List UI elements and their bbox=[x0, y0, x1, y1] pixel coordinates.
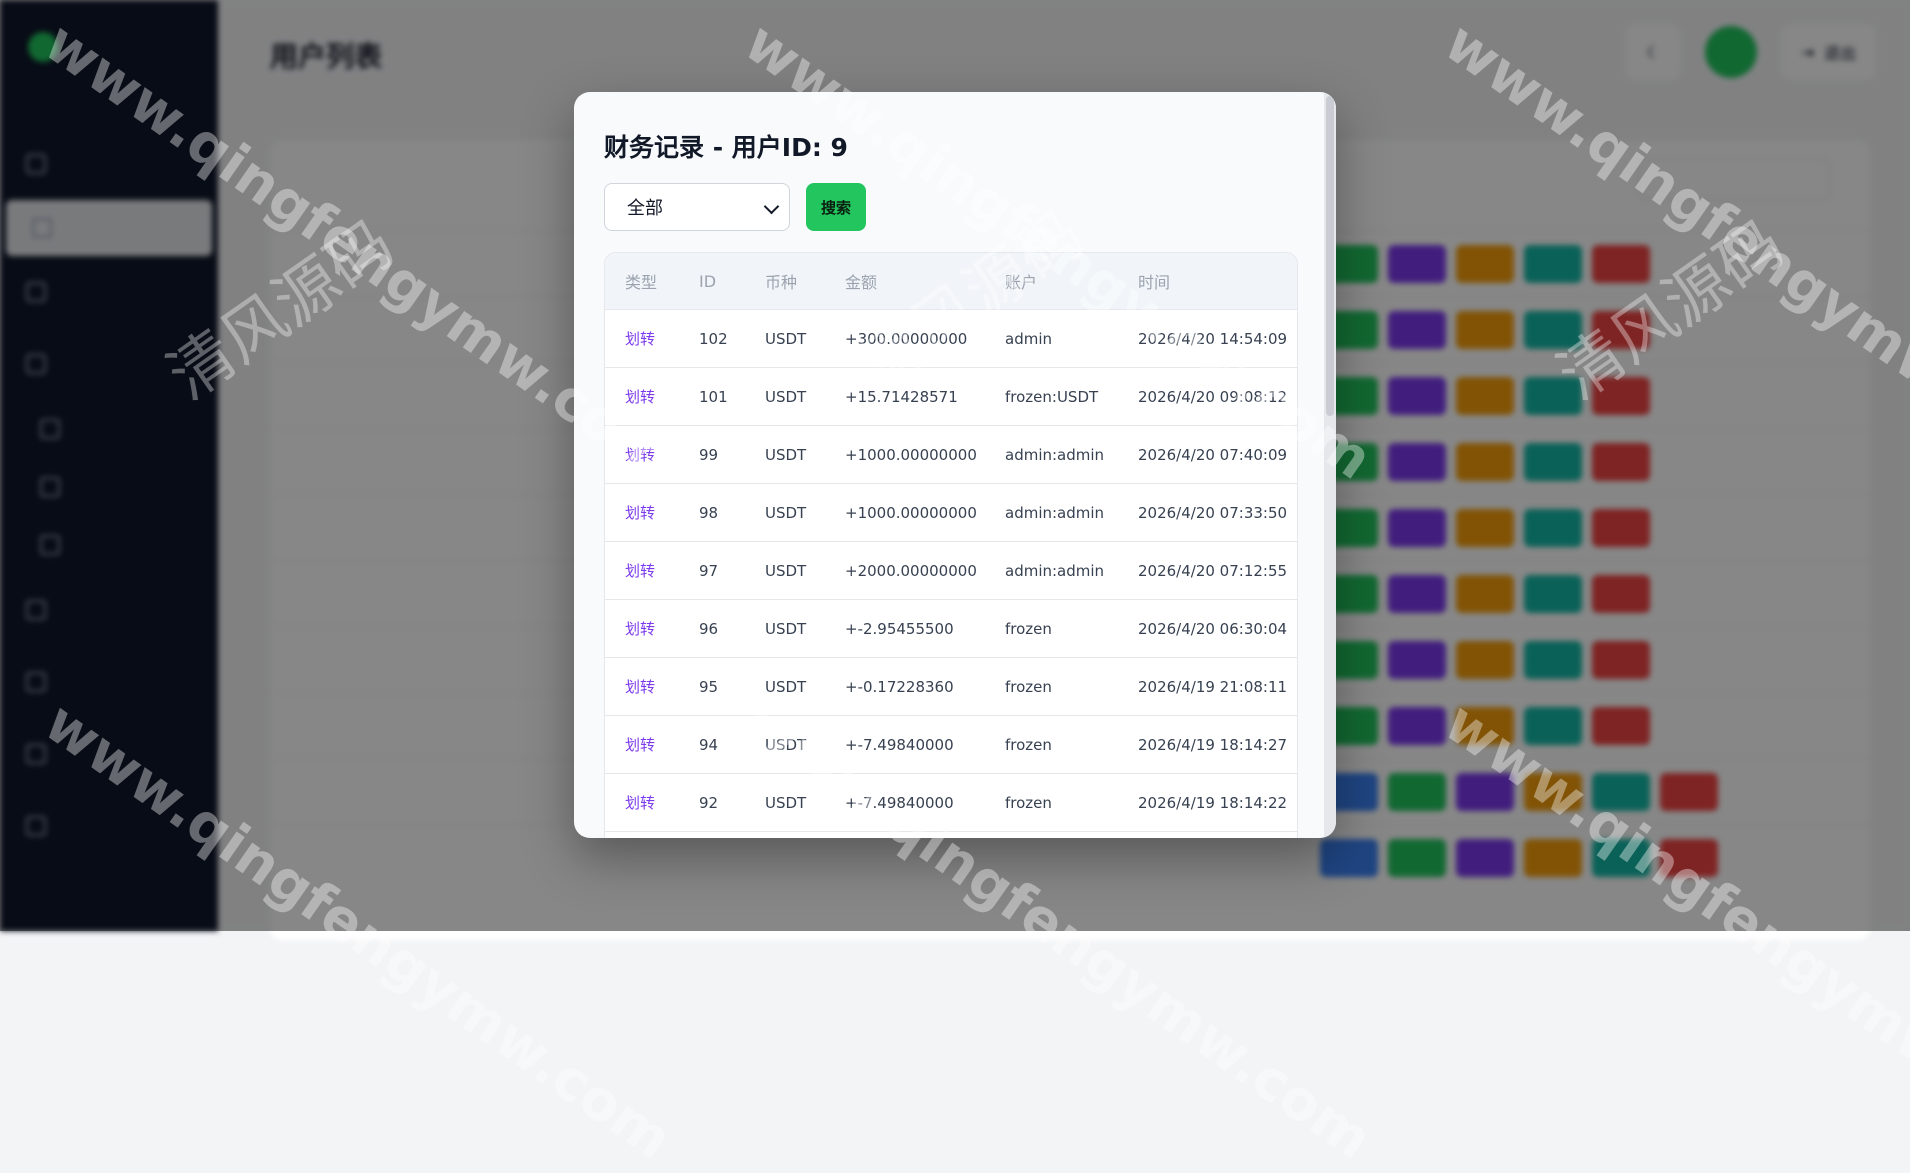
column-header-amount: 金额 bbox=[845, 273, 878, 292]
record-amount: +15.71428571 bbox=[845, 387, 958, 406]
table-row: 划转 97 USDT +2000.00000000 admin:admin 20… bbox=[605, 542, 1297, 600]
record-currency: USDT bbox=[765, 619, 807, 638]
record-account: frozen bbox=[1005, 677, 1052, 696]
record-id: 96 bbox=[699, 619, 719, 638]
record-type[interactable]: 划转 bbox=[605, 444, 679, 465]
record-id: 99 bbox=[699, 445, 719, 464]
record-account: admin:admin bbox=[1005, 503, 1105, 522]
record-time: 2026/4/19 21:08:11 bbox=[1138, 677, 1288, 696]
record-time: 2026/4/19 18:14:22 bbox=[1138, 793, 1288, 812]
record-currency: USDT bbox=[765, 735, 807, 754]
table-header: 类型 ID 币种 金额 账户 时间 bbox=[605, 253, 1297, 310]
record-currency: USDT bbox=[765, 329, 807, 348]
record-amount: +1000.00000000 bbox=[845, 445, 977, 464]
table-row: 划转 101 USDT +15.71428571 frozen:USDT 202… bbox=[605, 368, 1297, 426]
column-header-account: 账户 bbox=[1005, 273, 1038, 292]
filter-selected-value: 全部 bbox=[627, 198, 663, 219]
record-id: 94 bbox=[699, 735, 719, 754]
table-row: 划转 92 USDT +-7.49840000 frozen 2026/4/19… bbox=[605, 774, 1297, 832]
record-amount: +-7.49840000 bbox=[845, 735, 954, 754]
record-currency: USDT bbox=[765, 561, 807, 580]
record-amount: +-0.17228360 bbox=[845, 677, 954, 696]
record-amount: +1000.00000000 bbox=[845, 503, 977, 522]
record-currency: USDT bbox=[765, 677, 807, 696]
record-time: 2026/4/20 07:12:55 bbox=[1138, 561, 1288, 580]
record-type[interactable]: 划转 bbox=[605, 792, 679, 813]
record-type[interactable]: 划转 bbox=[605, 502, 679, 523]
finance-records-table: 类型 ID 币种 金额 账户 时间 划转 102 USDT +300.00000… bbox=[604, 252, 1298, 838]
modal-scrollbar[interactable] bbox=[1324, 92, 1336, 838]
record-currency: USDT bbox=[765, 445, 807, 464]
record-time: 2026/4/20 14:54:09 bbox=[1138, 329, 1288, 348]
record-id: 102 bbox=[699, 329, 728, 348]
search-button[interactable]: 搜索 bbox=[806, 183, 866, 231]
record-account: frozen:USDT bbox=[1005, 387, 1099, 406]
record-type[interactable]: 划转 bbox=[605, 618, 679, 639]
record-id: 97 bbox=[699, 561, 719, 580]
record-time: 2026/4/20 07:33:50 bbox=[1138, 503, 1288, 522]
record-type[interactable]: 划转 bbox=[605, 676, 679, 697]
record-type[interactable]: 划转 bbox=[605, 734, 679, 755]
record-account: admin:admin bbox=[1005, 561, 1105, 580]
record-type[interactable]: 划转 bbox=[605, 328, 679, 349]
record-account: frozen bbox=[1005, 735, 1052, 754]
column-header-currency: 币种 bbox=[765, 273, 798, 292]
record-type[interactable]: 划转 bbox=[605, 386, 679, 407]
record-id: 95 bbox=[699, 677, 719, 696]
chevron-down-icon bbox=[763, 198, 780, 215]
record-time: 2026/4/20 07:40:09 bbox=[1138, 445, 1288, 464]
record-type[interactable]: 划转 bbox=[605, 560, 679, 581]
table-row: 划转 102 USDT +300.00000000 admin 2026/4/2… bbox=[605, 310, 1297, 368]
record-id: 98 bbox=[699, 503, 719, 522]
column-header-type: 类型 bbox=[625, 273, 658, 292]
type-filter-select[interactable]: 全部 bbox=[604, 183, 790, 231]
record-account: frozen bbox=[1005, 619, 1052, 638]
record-amount: +-2.95455500 bbox=[845, 619, 954, 638]
table-row: 划转 94 USDT +-7.49840000 frozen 2026/4/19… bbox=[605, 716, 1297, 774]
record-currency: USDT bbox=[765, 793, 807, 812]
scrollbar-thumb[interactable] bbox=[1326, 96, 1334, 416]
modal-title: 财务记录 - 用户ID: 9 bbox=[604, 133, 848, 162]
record-id: 92 bbox=[699, 793, 719, 812]
record-currency: USDT bbox=[765, 387, 807, 406]
record-account: admin bbox=[1005, 329, 1052, 348]
record-account: frozen bbox=[1005, 793, 1052, 812]
record-id: 101 bbox=[699, 387, 728, 406]
column-header-id: ID bbox=[699, 271, 717, 291]
table-row: 划转 96 USDT +-2.95455500 frozen 2026/4/20… bbox=[605, 600, 1297, 658]
record-amount: +2000.00000000 bbox=[845, 561, 977, 580]
record-time: 2026/4/19 18:14:27 bbox=[1138, 735, 1288, 754]
record-time: 2026/4/20 06:30:04 bbox=[1138, 619, 1288, 638]
record-amount: +300.00000000 bbox=[845, 329, 968, 348]
table-row: 划转 99 USDT +1000.00000000 admin:admin 20… bbox=[605, 426, 1297, 484]
record-currency: USDT bbox=[765, 503, 807, 522]
table-row: 划转 95 USDT +-0.17228360 frozen 2026/4/19… bbox=[605, 658, 1297, 716]
finance-records-modal: 财务记录 - 用户ID: 9 全部 搜索 类型 ID 币种 金额 账户 时间 划… bbox=[574, 92, 1336, 838]
record-amount: +-7.49840000 bbox=[845, 793, 954, 812]
column-header-time: 时间 bbox=[1138, 273, 1171, 292]
table-row: 划转 98 USDT +1000.00000000 admin:admin 20… bbox=[605, 484, 1297, 542]
record-time: 2026/4/20 09:08:12 bbox=[1138, 387, 1288, 406]
record-account: admin:admin bbox=[1005, 445, 1105, 464]
